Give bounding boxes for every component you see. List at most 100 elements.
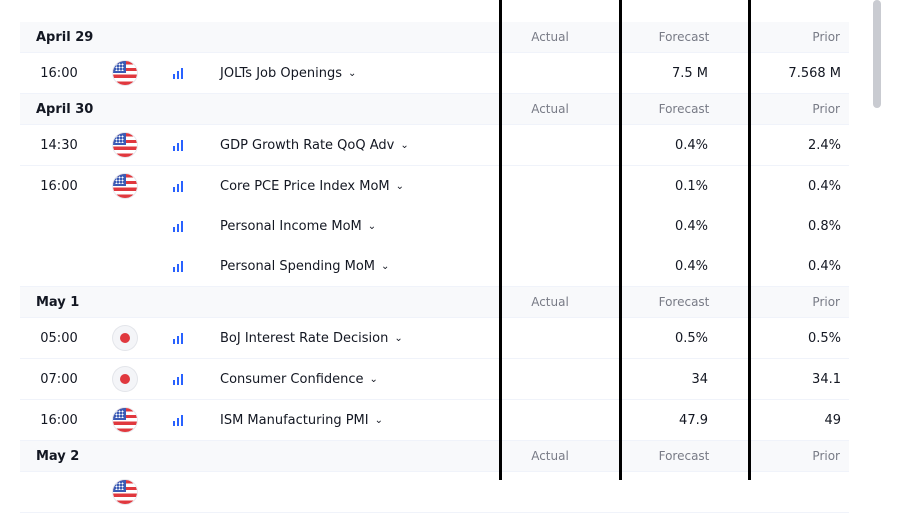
importance-bars-icon	[172, 414, 184, 426]
forecast-column-header: Forecast	[658, 449, 710, 463]
country-flag	[113, 125, 137, 165]
event-forecast: 0.4%	[674, 218, 708, 234]
day-header: April 30 Actual Forecast Prior	[20, 94, 849, 125]
event-name-label: Core PCE Price Index MoM	[220, 178, 390, 194]
importance	[171, 206, 185, 246]
event-name[interactable]: Core PCE Price Index MoM ⌄	[220, 166, 404, 206]
event-name[interactable]: Personal Income MoM ⌄	[220, 206, 376, 246]
event-prior: 0.4%	[807, 258, 841, 274]
event-name[interactable]: Personal Spending MoM ⌄	[220, 246, 389, 286]
importance	[171, 166, 185, 206]
importance	[171, 125, 185, 165]
chevron-down-icon: ⌄	[394, 332, 403, 344]
importance	[171, 246, 185, 286]
country-flag	[113, 318, 137, 358]
day-date: May 1	[36, 294, 80, 310]
forecast-column-header: Forecast	[658, 102, 710, 116]
event-time: 14:30	[40, 137, 78, 153]
importance	[171, 400, 185, 440]
prior-column-header: Prior	[812, 295, 840, 309]
chevron-down-icon: ⌄	[374, 414, 383, 426]
importance	[171, 359, 185, 399]
event-name-label: ISM Manufacturing PMI	[220, 412, 369, 428]
chevron-down-icon: ⌄	[381, 260, 390, 272]
jp-flag-icon	[113, 367, 137, 391]
event-forecast: 47.9	[679, 412, 708, 428]
event-name-label: GDP Growth Rate QoQ Adv	[220, 137, 395, 153]
event-row[interactable]	[20, 472, 849, 513]
importance-bars-icon	[172, 67, 184, 79]
forecast-column-header: Forecast	[658, 30, 710, 44]
us-flag-icon	[113, 133, 137, 157]
jp-flag-icon	[113, 326, 137, 350]
actual-column-header: Actual	[531, 449, 569, 463]
column-separator	[619, 0, 622, 480]
day-header: May 1 Actual Forecast Prior	[20, 287, 849, 318]
event-prior: 0.5%	[807, 330, 841, 346]
event-row[interactable]: Personal Spending MoM ⌄ 0.4% 0.4%	[20, 246, 849, 287]
day-date: April 29	[36, 29, 94, 45]
event-name-label: Personal Income MoM	[220, 218, 362, 234]
importance	[171, 318, 185, 358]
event-time: 05:00	[40, 330, 78, 346]
event-name[interactable]: ISM Manufacturing PMI ⌄	[220, 400, 383, 440]
chevron-down-icon: ⌄	[395, 180, 405, 192]
country-flag	[113, 359, 137, 399]
event-name-label: Consumer Confidence	[220, 371, 364, 387]
event-forecast: 7.5 M	[671, 65, 708, 81]
importance	[171, 53, 185, 93]
event-time: 16:00	[40, 412, 78, 428]
event-time: 07:00	[40, 371, 78, 387]
event-row[interactable]: 05:00 BoJ Interest Rate Decision ⌄ 0.5% 0…	[20, 318, 849, 359]
column-separator	[748, 0, 751, 480]
chevron-down-icon: ⌄	[369, 373, 378, 385]
column-separator	[499, 0, 502, 480]
event-time: 16:00	[40, 178, 78, 194]
event-forecast: 0.4%	[674, 137, 708, 153]
country-flag	[113, 166, 137, 206]
us-flag-icon	[113, 408, 137, 432]
event-row[interactable]: 14:30 GDP Growth Rate QoQ Adv ⌄ 0.4% 2.4%	[20, 125, 849, 166]
event-name-label: JOLTs Job Openings	[220, 65, 342, 81]
event-forecast: 0.4%	[674, 258, 708, 274]
event-row[interactable]: 16:00 ISM Manufacturing PMI ⌄ 47.9 49	[20, 400, 849, 441]
event-name[interactable]: GDP Growth Rate QoQ Adv ⌄	[220, 125, 409, 165]
event-prior: 34.1	[812, 371, 841, 387]
day-header: April 29 Actual Forecast Prior	[20, 22, 849, 53]
actual-column-header: Actual	[531, 30, 569, 44]
event-name[interactable]: Consumer Confidence ⌄	[220, 359, 378, 399]
event-time: 16:00	[40, 65, 78, 81]
importance-bars-icon	[172, 139, 184, 151]
chevron-down-icon: ⌄	[367, 220, 377, 232]
forecast-column-header: Forecast	[658, 295, 710, 309]
event-forecast: 0.1%	[674, 178, 708, 194]
event-forecast: 34	[691, 371, 708, 387]
importance-bars-icon	[172, 180, 184, 192]
event-name-label: BoJ Interest Rate Decision	[220, 330, 389, 346]
country-flag	[113, 53, 137, 93]
scrollbar-thumb[interactable]	[873, 0, 881, 108]
event-name-label: Personal Spending MoM	[220, 258, 376, 274]
chevron-down-icon: ⌄	[347, 67, 357, 79]
event-prior: 49	[824, 412, 841, 428]
prior-column-header: Prior	[812, 449, 840, 463]
event-forecast: 0.5%	[674, 330, 708, 346]
day-date: April 30	[36, 101, 94, 117]
importance-bars-icon	[172, 260, 184, 272]
importance-bars-icon	[172, 332, 184, 344]
event-prior: 0.4%	[807, 178, 841, 194]
day-header: May 2 Actual Forecast Prior	[20, 441, 849, 472]
country-flag	[113, 472, 137, 512]
event-row[interactable]: 07:00 Consumer Confidence ⌄ 34 34.1	[20, 359, 849, 400]
event-row[interactable]: 16:00 Core PCE Price Index MoM ⌄ 0.1% 0.4…	[20, 166, 849, 207]
prior-column-header: Prior	[812, 102, 840, 116]
event-row[interactable]: Personal Income MoM ⌄ 0.4% 0.8%	[20, 206, 849, 247]
country-flag	[113, 400, 137, 440]
event-row[interactable]: 16:00 JOLTs Job Openings ⌄ 7.5 M 7.568 M	[20, 53, 849, 94]
event-name[interactable]: JOLTs Job Openings ⌄	[220, 53, 356, 93]
us-flag-icon	[113, 174, 137, 198]
importance-bars-icon	[172, 373, 184, 385]
actual-column-header: Actual	[531, 295, 569, 309]
event-prior: 0.8%	[807, 218, 841, 234]
event-name[interactable]: BoJ Interest Rate Decision ⌄	[220, 318, 403, 358]
